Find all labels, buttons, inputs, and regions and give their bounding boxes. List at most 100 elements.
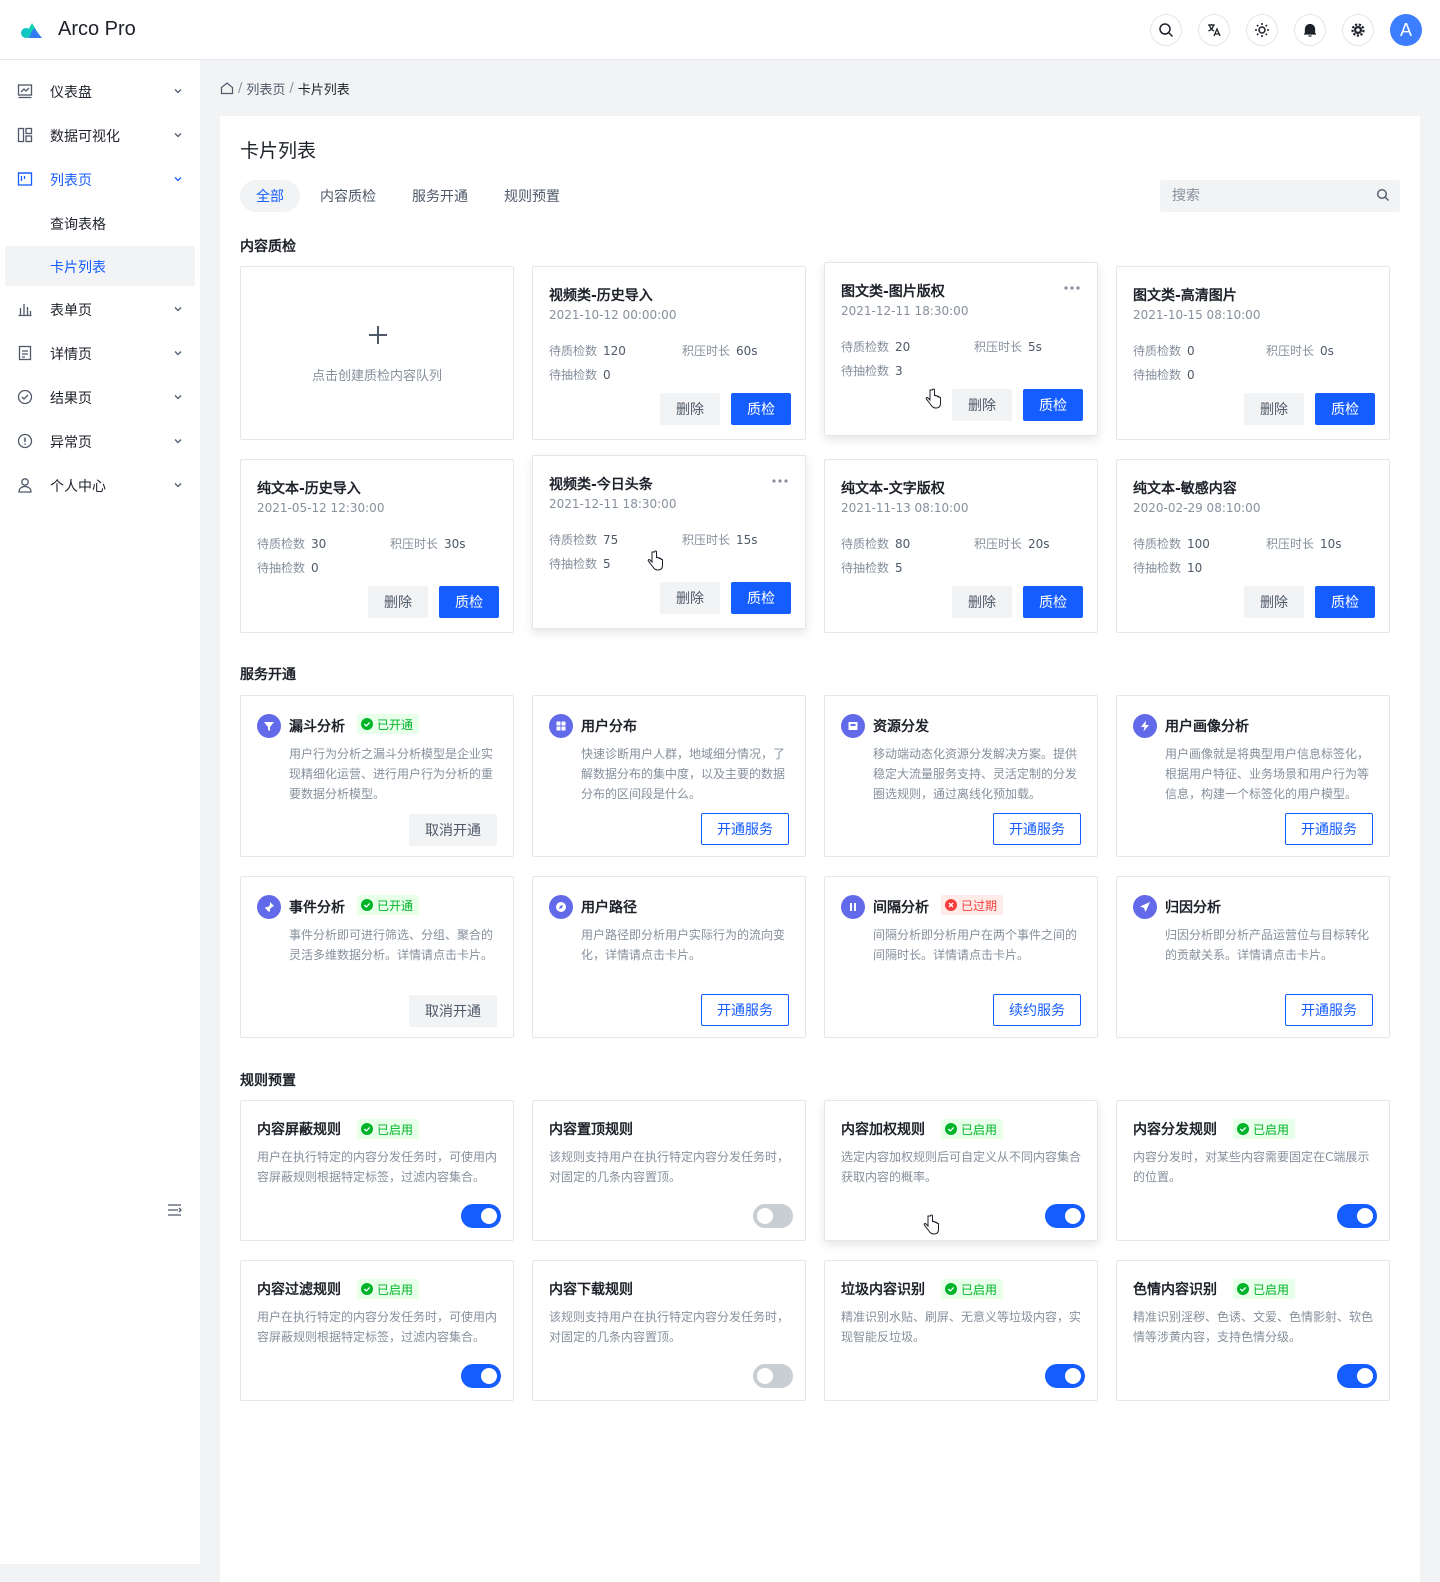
- rule-toggle[interactable]: [1045, 1204, 1085, 1228]
- search-icon[interactable]: [1376, 188, 1390, 202]
- cancel-service-button[interactable]: 取消开通: [409, 995, 497, 1027]
- service-card[interactable]: 漏斗分析 已开通 用户行为分析之漏斗分析模型是企业实现精细化运营、进行用户行为分…: [240, 695, 514, 857]
- sidebar-subitem-card-list[interactable]: 卡片列表: [5, 246, 195, 286]
- open-service-button[interactable]: 开通服务: [1285, 994, 1373, 1026]
- rule-title: 内容加权规则: [841, 1122, 925, 1138]
- renew-service-button[interactable]: 续约服务: [993, 994, 1081, 1026]
- delete-button[interactable]: 删除: [660, 582, 720, 614]
- search-input[interactable]: [1160, 180, 1370, 212]
- delete-button[interactable]: 删除: [368, 586, 428, 618]
- open-service-button[interactable]: 开通服务: [701, 994, 789, 1026]
- rule-card[interactable]: 内容加权规则 已启用 选定内容加权规则后可自定义从不同内容集合获取内容的概率。: [824, 1100, 1098, 1241]
- search-box: [1160, 180, 1400, 212]
- rule-description: 选定内容加权规则后可自定义从不同内容集合获取内容的概率。: [841, 1150, 1082, 1184]
- rule-toggle[interactable]: [753, 1364, 793, 1388]
- open-service-button[interactable]: 开通服务: [1285, 813, 1373, 845]
- tab-inspection[interactable]: 内容质检: [304, 180, 392, 212]
- service-card[interactable]: 事件分析 已开通 事件分析即可进行筛选、分组、聚合的灵活多维数据分析。详情请点击…: [240, 876, 514, 1038]
- rule-card[interactable]: 内容下载规则 该规则支持用户在执行特定内容分发任务时，对固定的几条内容置顶。: [532, 1260, 806, 1401]
- inspection-card[interactable]: 视频类-今日头条 2021-12-11 18:30:00 待质检数 75 积压时长…: [532, 455, 806, 629]
- service-card[interactable]: 用户分布 快速诊断用户人群，地域细分情况，了解数据分布的集中度，以及主要的数据分…: [532, 695, 806, 857]
- rule-card[interactable]: 内容过滤规则 已启用 用户在执行特定的内容分发任务时，可使用内容屏蔽规则根据特定…: [240, 1260, 514, 1401]
- sidebar-item-list[interactable]: 列表页: [5, 159, 195, 199]
- add-queue-card[interactable]: 点击创建质检内容队列: [240, 266, 514, 440]
- inspect-button[interactable]: 质检: [731, 393, 791, 425]
- rule-card[interactable]: 内容置顶规则 该规则支持用户在执行特定内容分发任务时，对固定的几条内容置顶。: [532, 1100, 806, 1241]
- service-card[interactable]: 间隔分析 已过期 间隔分析即分析用户在两个事件之间的间隔时长。详情请点击卡片。 …: [824, 876, 1098, 1038]
- rule-toggle[interactable]: [461, 1204, 501, 1228]
- rule-toggle[interactable]: [1337, 1364, 1377, 1388]
- more-icon[interactable]: [1063, 285, 1081, 291]
- inspection-card[interactable]: 视频类-历史导入 2021-10-12 00:00:00 待质检数 120 积压时…: [532, 266, 806, 440]
- sidebar-item-form[interactable]: 表单页: [5, 289, 195, 329]
- delete-button[interactable]: 删除: [952, 389, 1012, 421]
- inspect-button[interactable]: 质检: [1023, 586, 1083, 618]
- sidebar-subitem-search-table[interactable]: 查询表格: [5, 203, 195, 243]
- rule-description: 内容分发时，对某些内容需要固定在C端展示的位置。: [1133, 1150, 1370, 1184]
- rule-toggle[interactable]: [1045, 1364, 1085, 1388]
- rule-card[interactable]: 垃圾内容识别 已启用 精准识别水贴、刷屏、无意义等垃圾内容，实现智能反垃圾。: [824, 1260, 1098, 1401]
- tab-all[interactable]: 全部: [240, 180, 300, 212]
- inspection-card[interactable]: 纯文本-历史导入 2021-05-12 12:30:00 待质检数 30 积压时长…: [240, 459, 514, 633]
- tab-service[interactable]: 服务开通: [396, 180, 484, 212]
- inspection-card[interactable]: 纯文本-文字版权 2021-11-13 08:10:00 待质检数 80 积压时长…: [824, 459, 1098, 633]
- service-description: 用户行为分析之漏斗分析模型是企业实现精细化运营、进行用户行为分析的重要数据分析模…: [289, 747, 494, 801]
- service-card[interactable]: 归因分析 归因分析即分析产品运营位与目标转化的贡献关系。详情请点击卡片。 开通服…: [1116, 876, 1390, 1038]
- rule-toggle[interactable]: [1337, 1204, 1377, 1228]
- service-card[interactable]: 用户画像分析 用户画像就是将典型用户信息标签化，根据用户特征、业务场景和用户行为…: [1116, 695, 1390, 857]
- rule-toggle[interactable]: [461, 1364, 501, 1388]
- arco-logo-icon: [21, 22, 42, 38]
- open-service-button[interactable]: 开通服务: [701, 813, 789, 845]
- pending-stat: 待质检数 0: [1133, 344, 1195, 358]
- open-service-button[interactable]: 开通服务: [993, 813, 1081, 845]
- rule-card[interactable]: 内容分发规则 已启用 内容分发时，对某些内容需要固定在C端展示的位置。: [1116, 1100, 1390, 1241]
- delete-button[interactable]: 删除: [952, 586, 1012, 618]
- avatar[interactable]: A: [1390, 14, 1422, 46]
- bell-icon: [1304, 23, 1316, 37]
- pending-stat: 待质检数 30: [257, 537, 327, 551]
- theme-button[interactable]: [1246, 14, 1278, 46]
- rule-card[interactable]: 内容屏蔽规则 已启用 用户在执行特定的内容分发任务时，可使用内容屏蔽规则根据特定…: [240, 1100, 514, 1241]
- service-card[interactable]: 资源分发 移动端动态化资源分发解决方案。提供稳定大流量服务支持、灵活定制的分发圈…: [824, 695, 1098, 857]
- service-description: 快速诊断用户人群，地域细分情况，了解数据分布的集中度，以及主要的数据分布的区间段…: [581, 747, 786, 801]
- inspect-button[interactable]: 质检: [1315, 586, 1375, 618]
- status-badge: 已启用: [941, 1279, 1004, 1299]
- sidebar-item-visualization[interactable]: 数据可视化: [5, 115, 195, 155]
- inspect-button[interactable]: 质检: [439, 586, 499, 618]
- sidebar-item-dashboard[interactable]: 仪表盘: [5, 71, 195, 111]
- delete-button[interactable]: 删除: [1244, 586, 1304, 618]
- rule-description: 用户在执行特定的内容分发任务时，可使用内容屏蔽规则根据特定标签，过滤内容集合。: [257, 1310, 498, 1344]
- inspect-button[interactable]: 质检: [1315, 393, 1375, 425]
- rule-card[interactable]: 色情内容识别 已启用 精准识别淫秽、色诱、文爱、色情影射、软色情等涉黄内容，支持…: [1116, 1260, 1390, 1401]
- sun-icon: [1255, 23, 1269, 37]
- sidebar-item-detail[interactable]: 详情页: [5, 333, 195, 373]
- pin-icon: [257, 895, 281, 919]
- more-icon[interactable]: [771, 478, 789, 484]
- inspection-card[interactable]: 图文类-图片版权 2021-12-11 18:30:00 待质检数 20 积压时长…: [824, 262, 1098, 436]
- tab-rules[interactable]: 规则预置: [488, 180, 576, 212]
- inspect-button[interactable]: 质检: [731, 582, 791, 614]
- settings-button[interactable]: [1342, 14, 1374, 46]
- breadcrumb-item[interactable]: 列表页: [246, 79, 285, 98]
- logo[interactable]: Arco Pro: [0, 18, 136, 41]
- home-icon[interactable]: [220, 81, 234, 95]
- delete-button[interactable]: 删除: [1244, 393, 1304, 425]
- search-button[interactable]: [1150, 14, 1182, 46]
- bar-chart-icon: [18, 304, 32, 317]
- sidebar-item-exception[interactable]: 异常页: [5, 421, 195, 461]
- rule-toggle[interactable]: [753, 1204, 793, 1228]
- sidebar-item-result[interactable]: 结果页: [5, 377, 195, 417]
- service-title: 用户分布: [581, 719, 637, 735]
- service-card[interactable]: 用户路径 用户路径即分析用户实际行为的流向变化，详情请点击卡片。 开通服务: [532, 876, 806, 1038]
- collapse-sidebar-icon[interactable]: [163, 1198, 187, 1222]
- inspection-card[interactable]: 纯文本-敏感内容 2020-02-29 08:10:00 待质检数 100 积压时…: [1116, 459, 1390, 633]
- language-button[interactable]: [1198, 14, 1230, 46]
- cancel-service-button[interactable]: 取消开通: [409, 814, 497, 846]
- inspect-button[interactable]: 质检: [1023, 389, 1083, 421]
- card-time: 2021-12-11 18:30:00: [549, 497, 677, 511]
- delete-button[interactable]: 删除: [660, 393, 720, 425]
- sidebar-item-user-center[interactable]: 个人中心: [5, 465, 195, 505]
- notification-button[interactable]: [1294, 14, 1326, 46]
- inspection-card[interactable]: 图文类-高清图片 2021-10-15 08:10:00 待质检数 0 积压时长 0…: [1116, 266, 1390, 440]
- service-description: 归因分析即分析产品运营位与目标转化的贡献关系。详情请点击卡片。: [1165, 928, 1370, 962]
